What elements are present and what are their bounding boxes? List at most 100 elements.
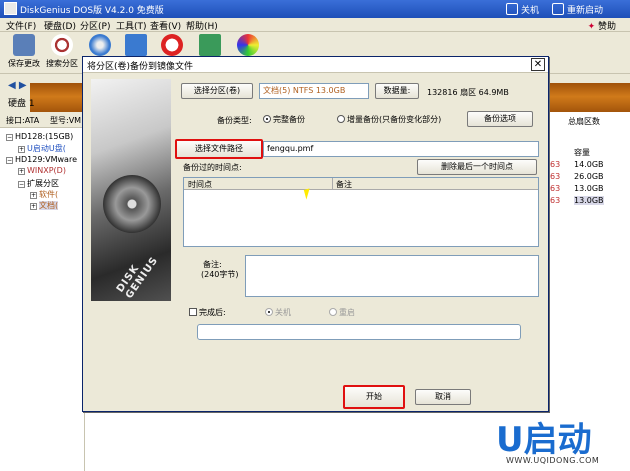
full-backup-radio[interactable]: 完整备份 — [263, 114, 305, 125]
backup-times-list[interactable]: 时间点 备注 — [183, 177, 539, 247]
brand-watermark: DISK GENIUS — [114, 254, 161, 301]
backup-times-label: 备份过的时间点: — [183, 163, 242, 172]
capacity-value: 13.0GB — [574, 196, 604, 205]
save-changes-button[interactable]: 保存更改 — [6, 34, 42, 70]
progress-bar — [197, 324, 521, 340]
column-separator — [332, 178, 333, 190]
restart-radio[interactable]: 重启 — [329, 307, 355, 318]
close-icon[interactable]: ✕ — [531, 58, 545, 71]
radio-icon — [263, 115, 271, 123]
incremental-backup-label: 增量备份(只备份变化部分) — [347, 115, 442, 124]
save-changes-label: 保存更改 — [8, 59, 40, 68]
after-done-checkbox[interactable]: 完成后: — [189, 307, 226, 318]
model-label: 型号:VM — [50, 116, 82, 125]
menu-file[interactable]: 文件(F) — [6, 19, 36, 32]
dialog-title: 将分区(卷)备份到镜像文件 — [87, 62, 194, 72]
tree-item-uqidong[interactable]: + U启动U盘( — [18, 143, 66, 154]
cancel-button[interactable]: 取消 — [415, 389, 471, 405]
note-hint: (240字节) — [201, 270, 239, 279]
tree-item-hd128[interactable]: − HD128:(15GB) — [6, 132, 73, 141]
select-file-path-button[interactable]: 选择文件路径 — [175, 139, 263, 159]
full-backup-label: 完整备份 — [273, 115, 305, 124]
disk-tree: − HD128:(15GB) + U启动U盘( − HD129:VMware + WIN… — [0, 128, 85, 471]
radio-icon — [337, 115, 345, 123]
capacity-value: 14.0GB — [574, 160, 604, 169]
menu-help[interactable]: 帮助(H) — [186, 19, 218, 32]
tree-item-label: 文档( — [39, 201, 59, 210]
uqidong-logo: U启动 WWW.UQIDONG.COM — [490, 412, 630, 471]
pie-chart-icon — [237, 34, 259, 56]
data-amount-label: 数据量: — [375, 83, 419, 99]
disk-label: 硬盘 1 — [8, 99, 35, 109]
computer-icon — [125, 34, 147, 56]
logo-text: U启动 — [496, 420, 592, 460]
menu-disk[interactable]: 硬盘(D) — [44, 19, 76, 32]
menu-view[interactable]: 查看(V) — [150, 19, 181, 32]
list-header: 时间点 备注 — [184, 178, 538, 190]
restart-label: 重新启动 — [567, 5, 604, 16]
recycle-icon — [199, 34, 221, 56]
backup-options-button[interactable]: 备份选项 — [467, 111, 533, 127]
delete-icon — [161, 34, 183, 56]
shutdown-radio[interactable]: 关机 — [265, 307, 291, 318]
restart-icon — [552, 3, 564, 15]
radio-icon — [329, 308, 337, 316]
tree-item-winxp[interactable]: + WINXP(D) — [18, 166, 66, 175]
power-icon — [506, 3, 518, 15]
disk-icon — [89, 34, 111, 56]
col-total-sectors: 总扇区数 — [568, 117, 600, 126]
tree-item-label: HD128:(15GB) — [15, 132, 74, 141]
col-capacity: 容量 — [574, 148, 590, 157]
sponsor-link[interactable]: ✦ 赞助 — [588, 19, 616, 32]
tree-item-label: WINXP(D) — [27, 166, 66, 175]
tree-item-label: 软件( — [39, 190, 59, 199]
menu-bar: 文件(F) 硬盘(D) 分区(P) 工具(T) 查看(V) 帮助(H) ✦ 赞助 — [0, 18, 630, 32]
sector-value: 63 — [550, 184, 561, 193]
sector-value: 63 — [550, 172, 561, 181]
tree-item-label: U启动U盘( — [27, 144, 66, 153]
save-icon — [13, 34, 35, 56]
restart-option-label: 重启 — [339, 308, 355, 317]
data-amount-value: 132816 扇区 64.9MB — [427, 88, 509, 97]
select-partition-button[interactable]: 选择分区(卷) — [181, 83, 253, 99]
radio-icon — [265, 308, 273, 316]
heart-icon: ✦ — [587, 22, 596, 32]
app-icon — [4, 2, 17, 15]
checkbox-icon — [189, 308, 197, 316]
sector-value: 63 — [550, 160, 561, 169]
sector-value: 63 — [550, 196, 561, 205]
shutdown-option-label: 关机 — [275, 308, 291, 317]
tree-item-label: 扩展分区 — [27, 179, 59, 188]
delete-last-time-button[interactable]: 删除最后一个时间点 — [417, 159, 537, 175]
capacity-value: 13.0GB — [574, 184, 604, 193]
search-partition-label: 搜索分区 — [46, 59, 78, 68]
note-textarea[interactable] — [245, 255, 539, 297]
start-button[interactable]: 开始 — [343, 385, 405, 409]
tree-item-documents[interactable]: + 文档( — [30, 200, 59, 211]
backup-dialog: 将分区(卷)备份到镜像文件 ✕ DISK GENIUS 选择分区(卷) 文档(5… — [82, 56, 549, 412]
restart-button[interactable]: 重新启动 — [552, 1, 603, 17]
shutdown-button[interactable]: 关机 — [506, 1, 539, 17]
file-path-input[interactable]: fengqu.pmf — [263, 141, 539, 157]
col-note: 备注 — [336, 180, 352, 189]
incremental-backup-radio[interactable]: 增量备份(只备份变化部分) — [337, 114, 441, 125]
interface-label: 接口:ATA — [6, 116, 40, 125]
sponsor-label: 赞助 — [597, 22, 616, 32]
partition-value: 文档(5) NTFS 13.0GB — [259, 83, 369, 99]
backup-type-label: 备份类型: — [217, 116, 252, 125]
after-done-label: 完成后: — [199, 308, 226, 317]
search-partition-button[interactable]: 搜索分区 — [44, 34, 80, 70]
menu-partition[interactable]: 分区(P) — [80, 19, 110, 32]
tree-item-label: HD129:VMware — [15, 155, 77, 164]
menu-tools[interactable]: 工具(T) — [116, 19, 147, 32]
tree-item-software[interactable]: + 软件( — [30, 189, 58, 200]
magnifier-icon — [51, 34, 73, 56]
tree-item-hd129[interactable]: − HD129:VMware — [6, 155, 77, 164]
window-title: DiskGenius DOS版 V4.2.0 免费版 — [20, 6, 164, 16]
disk-platter-icon — [103, 175, 161, 233]
hard-disk-image: DISK GENIUS — [91, 79, 171, 301]
title-bar: DiskGenius DOS版 V4.2.0 免费版 关机 重新启动 — [0, 0, 630, 18]
dialog-title-bar: 将分区(卷)备份到镜像文件 ✕ — [83, 57, 548, 73]
tree-item-extended[interactable]: − 扩展分区 — [18, 178, 59, 189]
disk-nav-arrows[interactable]: ◀ ▶ — [8, 80, 27, 91]
